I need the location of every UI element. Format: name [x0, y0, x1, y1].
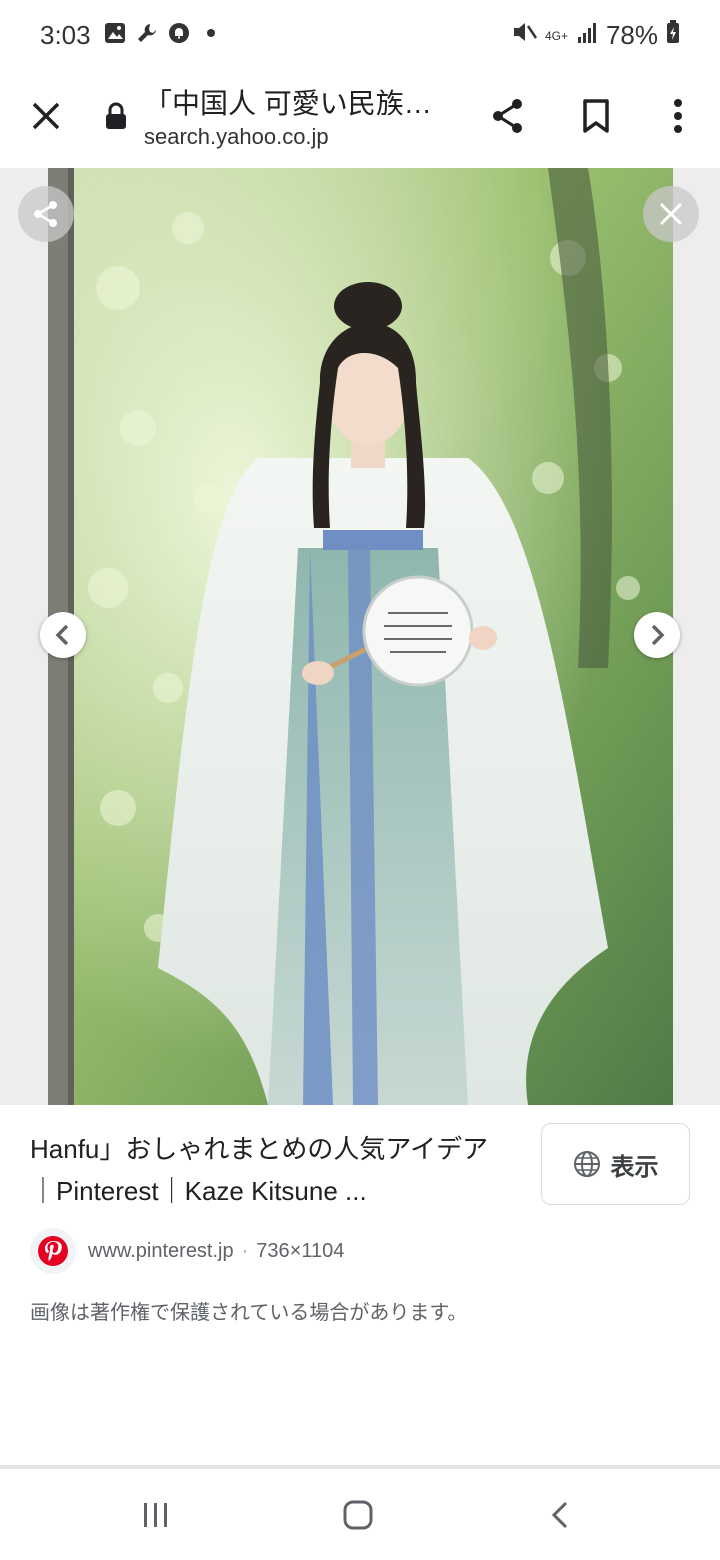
- network-label: 4G+: [544, 28, 568, 43]
- page-url[interactable]: search.yahoo.co.jp: [144, 124, 329, 150]
- pinterest-logo-icon: [30, 1228, 76, 1274]
- back-button[interactable]: [538, 1493, 582, 1537]
- share-icon: [34, 201, 57, 227]
- network-icon: 4G+: [545, 30, 568, 42]
- back-icon: [551, 1501, 568, 1529]
- result-title[interactable]: Hanfu」おしゃれまとめの人気アイデア｜Pinterest｜Kaze Kits…: [30, 1128, 510, 1212]
- copyright-notice: 画像は著作権で保護されている場合があります。: [30, 1302, 468, 1324]
- battery-icon: [666, 20, 680, 51]
- share-button[interactable]: [484, 92, 532, 140]
- chevron-left-icon: [55, 624, 69, 646]
- source-row[interactable]: www.pinterest.jp · 736×1104: [30, 1228, 344, 1274]
- chevron-right-icon: [651, 624, 665, 646]
- mute-icon: [511, 20, 537, 51]
- wrench-icon: [136, 22, 158, 44]
- next-image-button[interactable]: [634, 612, 680, 658]
- source-domain: www.pinterest.jp: [88, 1239, 234, 1262]
- more-icon: [674, 99, 682, 133]
- more-options-button[interactable]: [654, 92, 702, 140]
- home-icon: [343, 1500, 373, 1530]
- image-dimensions: 736×1104: [256, 1239, 345, 1262]
- recent-apps-button[interactable]: [134, 1493, 178, 1537]
- view-button-label: 表示: [610, 1153, 659, 1181]
- notification-icon: [168, 22, 190, 44]
- image-viewer: [0, 168, 720, 1105]
- status-bar: 3:03 4G+ 78%: [0, 0, 720, 70]
- result-image[interactable]: [48, 168, 673, 1105]
- dot-icon: [200, 22, 222, 44]
- gallery-icon: [104, 22, 126, 44]
- share-icon: [493, 99, 522, 133]
- globe-icon: [573, 1151, 600, 1177]
- status-icons-left: [104, 22, 222, 44]
- close-tab-button[interactable]: [24, 94, 68, 138]
- bookmark-icon: [583, 99, 609, 133]
- close-icon: [659, 202, 683, 226]
- close-icon: [32, 102, 60, 130]
- recent-apps-icon: [144, 1503, 167, 1527]
- viewer-close-button[interactable]: [643, 186, 699, 242]
- status-right: 4G+ 78%: [511, 20, 680, 51]
- battery-percent: 78%: [605, 20, 658, 50]
- signal-icon: [576, 20, 598, 51]
- previous-image-button[interactable]: [40, 612, 86, 658]
- viewer-share-button[interactable]: [18, 186, 74, 242]
- bookmark-button[interactable]: [572, 92, 620, 140]
- lock-icon: [104, 102, 128, 130]
- view-button[interactable]: 表示: [541, 1123, 690, 1205]
- status-time: 3:03: [40, 20, 91, 50]
- page-title[interactable]: 「中国人 可愛い民族…: [144, 82, 432, 122]
- home-button[interactable]: [336, 1493, 380, 1537]
- system-navigation-bar: [0, 1469, 720, 1560]
- browser-toolbar: 「中国人 可愛い民族… search.yahoo.co.jp: [0, 70, 720, 168]
- source-separator: ·: [241, 1239, 249, 1262]
